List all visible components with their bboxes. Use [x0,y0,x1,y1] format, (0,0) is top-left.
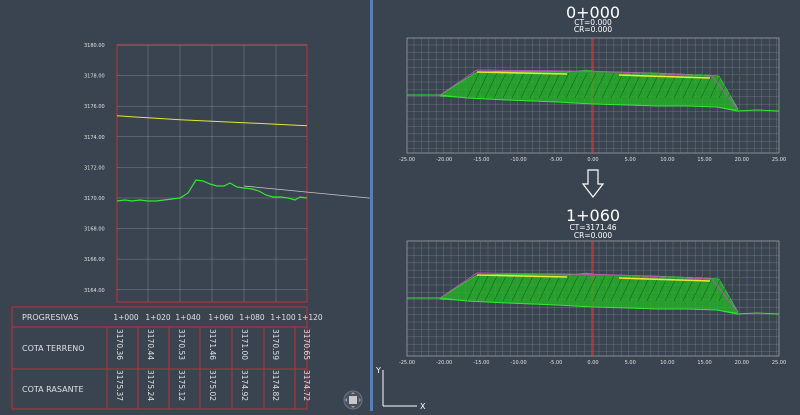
cross-section-top: -25.00 -20.00 -15.00 -10.00 -5.00 0.00 5.00 10.… [399,37,786,163]
chainage-label: 1+040 [175,313,201,322]
section-axis-tick: -10.00 [511,360,527,366]
profile-y-tick: 3180.00 [84,43,105,49]
chainage-label: 1+080 [239,313,265,322]
cota-rasante-label: COTA RASANTE [22,385,84,394]
cota-rasante-value: 3174.72 [302,370,311,401]
progresivas-label: PROGRESIVAS [22,313,78,322]
table-column-lines [106,327,296,409]
section-axis-tick: -15.00 [473,157,489,163]
section-axis-tick: 25.00 [772,360,786,366]
section-axis-tick: 5.00 [625,360,636,366]
profile-svg: 3180.00 3178.00 3176.00 3174.00 3172.00 3170.… [11,43,556,410]
section-axis-tick: -25.00 [399,157,415,163]
ucs-x-label: X [420,402,426,411]
section-axis-tick: 10.00 [660,157,674,163]
section-axis-tick: -15.00 [473,360,489,366]
cross-section-svg: 0+000 CT=0.000 CR=0.000 -25.00 -20.00 -15.… [375,3,786,411]
profile-grid-vertical [147,45,277,302]
cota-rasante-value: 3175.12 [177,370,186,401]
profile-y-tick: 3174.00 [84,135,105,141]
ucs-y-label: Y [375,366,381,375]
cota-rasante-value: 3174.92 [240,370,249,401]
section-bottom-cr: CR=0.000 [574,231,612,240]
cross-section-panel: 0+000 CT=0.000 CR=0.000 -25.00 -20.00 -15.… [373,0,800,411]
cota-rasante-values: 3175.37 3175.24 3175.12 3175.02 3174.92 3174.… [115,370,311,401]
cota-terreno-value: 3170.65 [302,329,311,360]
cota-terreno-value: 3171.00 [240,329,249,360]
chainage-label: 1+000 [113,313,139,322]
cota-rasante-value: 3174.82 [271,370,280,401]
profile-y-tick: 3168.00 [84,227,105,233]
cota-rasante-value: 3175.02 [208,370,217,401]
profile-y-tick: 3166.00 [84,257,105,263]
section-axis-tick: 5.00 [625,157,636,163]
ucs-icon: Y X [375,366,426,411]
cota-terreno-values: 3170.36 3170.44 3170.53 3171.46 3171.00 3170.… [115,329,311,360]
profile-y-tick: 3170.00 [84,196,105,202]
chainage-labels: 1+000 1+020 1+040 1+060 1+080 1+100 1+120 [113,313,323,322]
section-axis-tick: 20.00 [735,360,749,366]
cross-section-bottom: -25.00 -20.00 -15.00 -10.00 -5.00 0.00 5.00 10.… [399,240,786,366]
cota-rasante-value: 3175.37 [115,370,124,401]
profile-y-tick: 3178.00 [84,74,105,80]
cota-terreno-value: 3170.53 [177,329,186,360]
section-axis-tick: 0.00 [587,360,598,366]
section-axis-tick: 0.00 [587,157,598,163]
chainage-label: 1+060 [208,313,234,322]
section-axis-tick: -20.00 [436,360,452,366]
section-hatch [727,72,741,99]
chainage-label: 1+100 [270,313,296,322]
chainage-label: 1+120 [297,313,323,322]
section-axis-tick: -5.00 [549,360,562,366]
chainage-label: 1+020 [145,313,171,322]
cota-terreno-value: 3171.46 [208,329,217,360]
down-arrow-icon [581,169,605,198]
profile-y-axis: 3180.00 3178.00 3176.00 3174.00 3172.00 3170.… [84,43,105,294]
profile-table: PROGRESIVAS COTA TERRENO COTA RASANTE 1+… [11,306,323,410]
navigation-wheel-icon[interactable] [343,390,363,410]
section-axis-tick: -20.00 [436,157,452,163]
cota-terreno-label: COTA TERRENO [22,344,85,353]
section-hatch [727,275,741,302]
section-axis-tick: -10.00 [511,157,527,163]
cota-rasante-value: 3175.24 [146,370,155,401]
profile-y-tick: 3164.00 [84,288,105,294]
section-axis-tick: 15.00 [697,360,711,366]
cota-terreno-value: 3170.59 [271,329,280,360]
cota-terreno-value: 3170.36 [115,329,124,360]
section-axis-tick: 20.00 [735,157,749,163]
section-axis-tick: 10.00 [660,360,674,366]
section-axis-tick: -5.00 [549,157,562,163]
section-top-cr: CR=0.000 [574,25,612,34]
profile-y-tick: 3172.00 [84,165,105,171]
profile-y-tick: 3176.00 [84,104,105,110]
section-axis-tick: 25.00 [772,157,786,163]
section-axis-tick: 15.00 [697,157,711,163]
profile-panel: 3180.00 3178.00 3176.00 3174.00 3172.00 3170.… [0,0,556,411]
section-axis-tick: -25.00 [399,360,415,366]
cota-terreno-value: 3170.44 [146,329,155,360]
